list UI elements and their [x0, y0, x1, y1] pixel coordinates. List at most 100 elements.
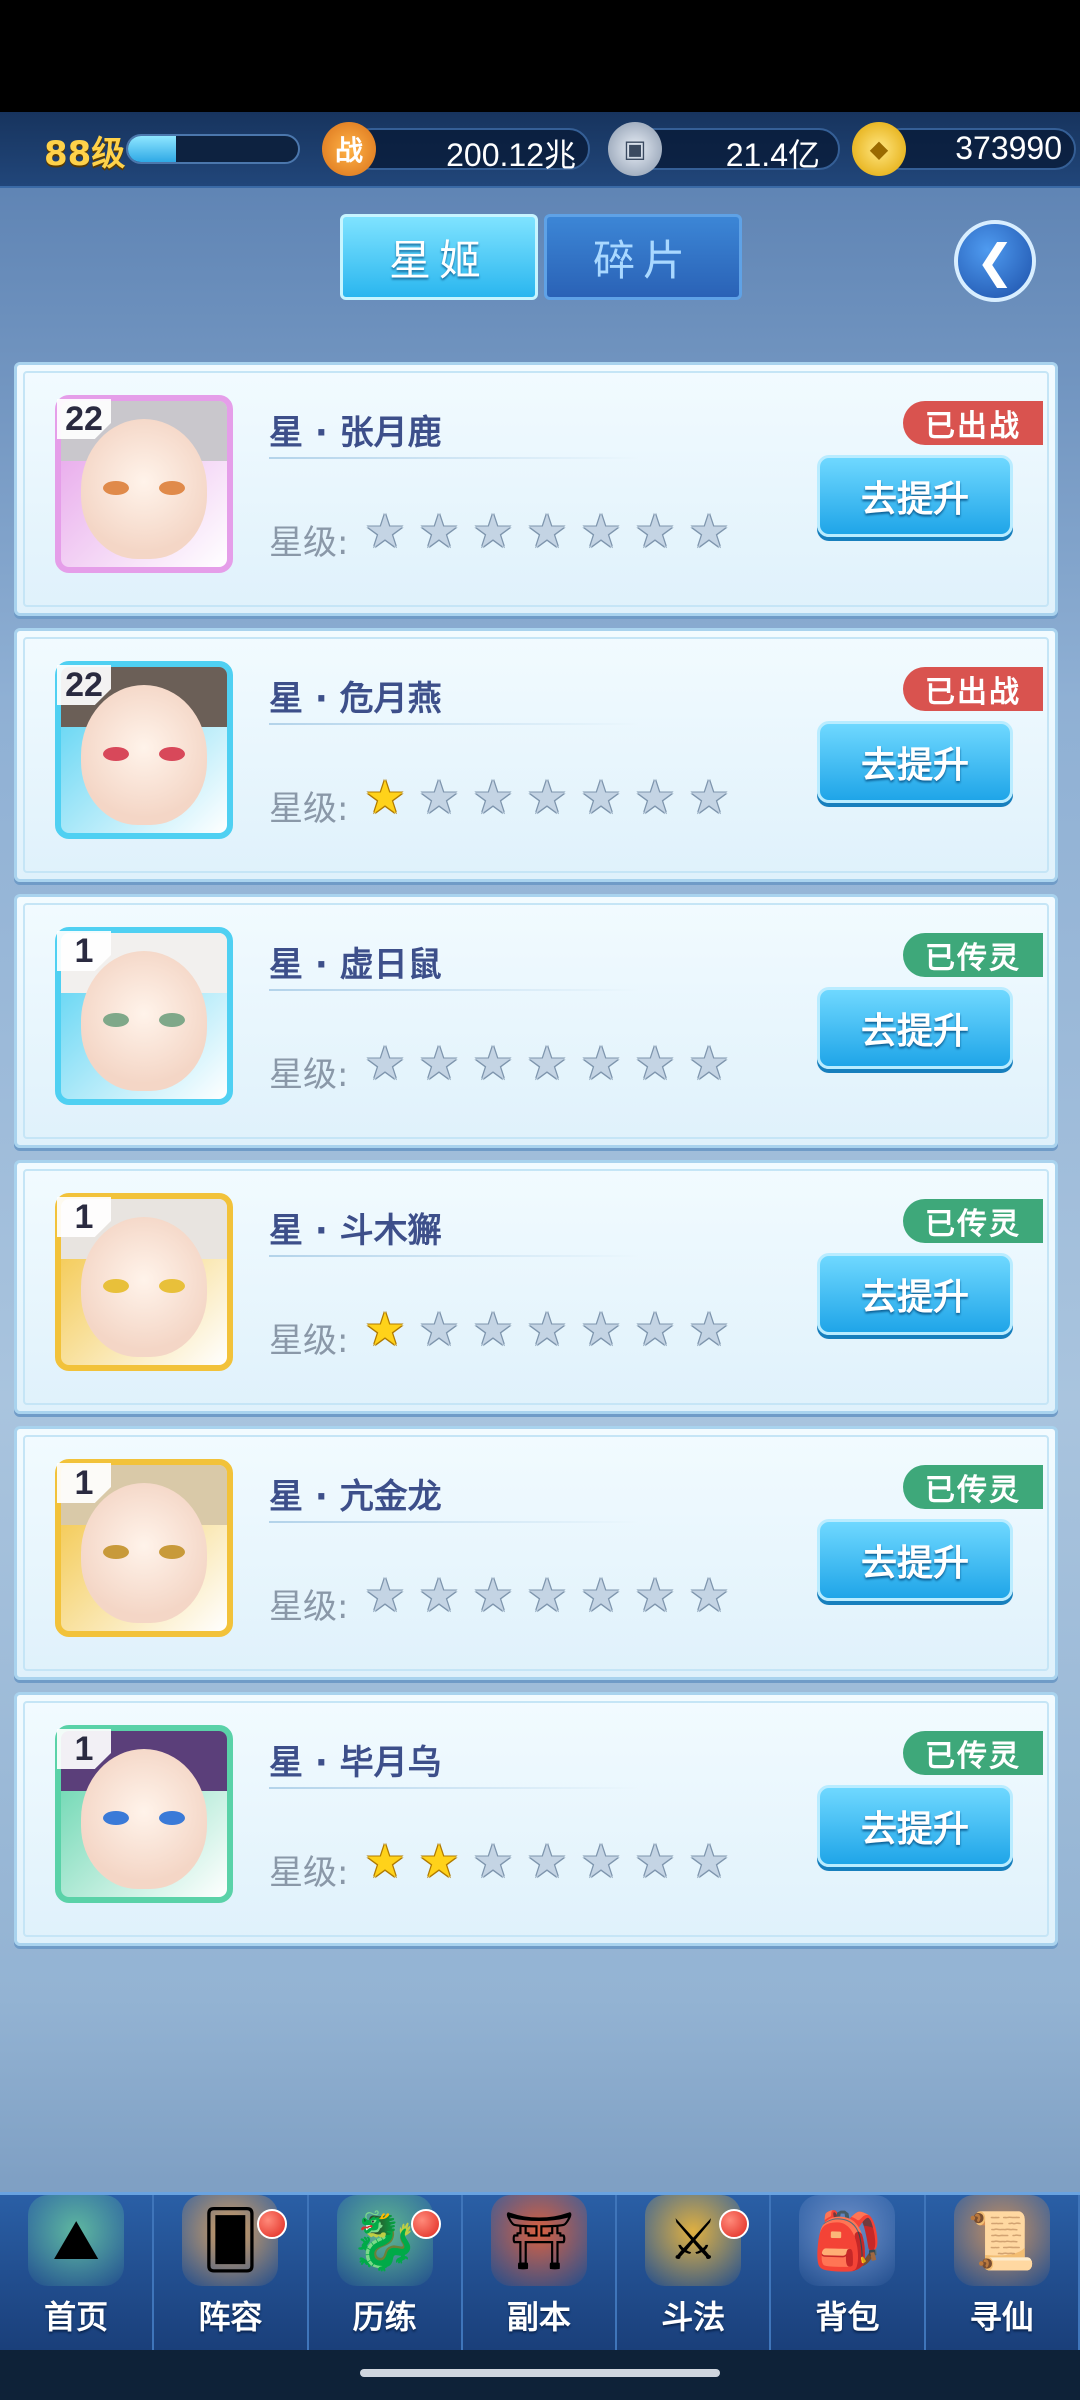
hero-name: 星 · 张月鹿	[269, 413, 442, 453]
star-level-label: 星级:	[269, 523, 349, 563]
hero-name: 星 · 斗木獬	[269, 1211, 442, 1251]
name-divider	[269, 457, 639, 459]
hero-card[interactable]: 1 星 · 毕月乌 星级: ★ ★ ★ ★ ★ ★ ★ 已传灵 去提升	[14, 1692, 1058, 1946]
coin-icon: ▣	[608, 122, 662, 176]
star-level-label: 星级:	[269, 1055, 349, 1095]
hero-name: 星 · 虚日鼠	[269, 945, 442, 985]
resource-bar: 88级 战 200.12兆 ▣ 21.4亿 ◆ 373990	[0, 112, 1080, 188]
xp-progress-fill	[128, 136, 176, 162]
nav-label: 首页	[44, 2298, 109, 2336]
gold-ingot-icon: ◆	[852, 122, 906, 176]
hero-eye-right	[159, 747, 185, 761]
hero-eye-right	[159, 1279, 185, 1293]
bottom-navigation: ⛰ 首页 🂠 阵容 🐉 历练 ⛩ 副本 ⚔ 斗法 🎒 背包 📜 寻仙	[0, 2192, 1080, 2350]
upgrade-button[interactable]: 去提升	[817, 1785, 1013, 1867]
star-empty-icon: ★	[634, 504, 676, 558]
upgrade-button[interactable]: 去提升	[817, 455, 1013, 537]
training-dragon-icon: 🐉	[336, 2195, 433, 2286]
star-empty-icon: ★	[688, 1568, 730, 1622]
status-badge: 已传灵	[903, 1465, 1043, 1509]
star-empty-icon: ★	[526, 770, 568, 824]
upgrade-button[interactable]: 去提升	[817, 987, 1013, 1069]
nav-item-2[interactable]: 🐉 历练	[309, 2195, 463, 2350]
hero-card[interactable]: 22 星 · 危月燕 星级: ★ ★ ★ ★ ★ ★ ★ 已出战 去提升	[14, 628, 1058, 882]
hero-face	[81, 1749, 207, 1889]
hero-card[interactable]: 1 星 · 虚日鼠 星级: ★ ★ ★ ★ ★ ★ ★ 已传灵 去提升	[14, 894, 1058, 1148]
star-level-label: 星级:	[269, 1853, 349, 1893]
star-level-label: 星级:	[269, 1587, 349, 1627]
hero-eye-right	[159, 1545, 185, 1559]
star-empty-icon: ★	[580, 1302, 622, 1356]
star-empty-icon: ★	[688, 1302, 730, 1356]
tab-xingji[interactable]: 星姬	[340, 214, 538, 300]
star-rating: ★ ★ ★ ★ ★ ★ ★	[361, 773, 733, 821]
star-empty-icon: ★	[526, 504, 568, 558]
star-empty-icon: ★	[580, 1036, 622, 1090]
star-empty-icon: ★	[472, 1036, 514, 1090]
nav-label: 阵容	[198, 2298, 263, 2336]
star-empty-icon: ★	[472, 1834, 514, 1888]
star-empty-icon: ★	[634, 1036, 676, 1090]
star-level-label: 星级:	[269, 789, 349, 829]
star-empty-icon: ★	[580, 770, 622, 824]
star-empty-icon: ★	[634, 1302, 676, 1356]
star-empty-icon: ★	[472, 1302, 514, 1356]
hero-card[interactable]: 22 星 · 张月鹿 星级: ★ ★ ★ ★ ★ ★ ★ 已出战 去提升	[14, 362, 1058, 616]
upgrade-button[interactable]: 去提升	[817, 1253, 1013, 1335]
star-empty-icon: ★	[634, 1834, 676, 1888]
back-arrow-icon: ❮	[975, 234, 1015, 288]
gold-value: 373990	[955, 130, 1062, 166]
hero-eye-right	[159, 1811, 185, 1825]
nav-item-0[interactable]: ⛰ 首页	[0, 2195, 155, 2350]
hero-eye-left	[103, 1811, 129, 1825]
status-badge: 已出战	[903, 401, 1043, 445]
star-filled-icon: ★	[364, 770, 406, 824]
star-empty-icon: ★	[580, 1568, 622, 1622]
player-level: 88级	[44, 134, 126, 174]
nav-item-3[interactable]: ⛩ 副本	[463, 2195, 618, 2350]
system-status-bar	[0, 0, 1080, 112]
nav-item-4[interactable]: ⚔ 斗法	[617, 2195, 772, 2350]
nav-item-5[interactable]: 🎒 背包	[771, 2195, 926, 2350]
battle-sword-icon: ⚔	[645, 2195, 742, 2286]
star-empty-icon: ★	[688, 504, 730, 558]
star-empty-icon: ★	[472, 504, 514, 558]
star-empty-icon: ★	[688, 770, 730, 824]
star-empty-icon: ★	[418, 1302, 460, 1356]
hero-face	[81, 951, 207, 1091]
star-empty-icon: ★	[634, 770, 676, 824]
name-divider	[269, 723, 639, 725]
star-empty-icon: ★	[526, 1834, 568, 1888]
upgrade-button[interactable]: 去提升	[817, 721, 1013, 803]
upgrade-button[interactable]: 去提升	[817, 1519, 1013, 1601]
hero-face	[81, 419, 207, 559]
nav-item-6[interactable]: 📜 寻仙	[926, 2195, 1080, 2350]
nav-item-1[interactable]: 🂠 阵容	[154, 2195, 309, 2350]
hero-card[interactable]: 1 星 · 亢金龙 星级: ★ ★ ★ ★ ★ ★ ★ 已传灵 去提升	[14, 1426, 1058, 1680]
nav-label: 斗法	[661, 2298, 726, 2336]
star-empty-icon: ★	[580, 1834, 622, 1888]
name-divider	[269, 989, 639, 991]
hero-eye-right	[159, 481, 185, 495]
home-indicator[interactable]	[360, 2369, 720, 2377]
star-rating: ★ ★ ★ ★ ★ ★ ★	[361, 1837, 733, 1885]
star-empty-icon: ★	[526, 1302, 568, 1356]
star-empty-icon: ★	[472, 770, 514, 824]
star-empty-icon: ★	[688, 1036, 730, 1090]
hero-eye-left	[103, 481, 129, 495]
star-empty-icon: ★	[364, 1036, 406, 1090]
hero-eye-left	[103, 747, 129, 761]
tab-fragments[interactable]: 碎片	[544, 214, 742, 300]
star-empty-icon: ★	[580, 504, 622, 558]
power-icon: 战	[322, 122, 376, 176]
hero-card[interactable]: 1 星 · 斗木獬 星级: ★ ★ ★ ★ ★ ★ ★ 已传灵 去提升	[14, 1160, 1058, 1414]
scroll-icon: 📜	[953, 2195, 1050, 2286]
back-button[interactable]: ❮	[954, 220, 1036, 302]
star-empty-icon: ★	[418, 504, 460, 558]
star-rating: ★ ★ ★ ★ ★ ★ ★	[361, 1039, 733, 1087]
xp-progress-bar	[126, 134, 300, 164]
hero-face	[81, 1483, 207, 1623]
star-empty-icon: ★	[526, 1036, 568, 1090]
status-badge: 已传灵	[903, 1731, 1043, 1775]
hero-face	[81, 685, 207, 825]
